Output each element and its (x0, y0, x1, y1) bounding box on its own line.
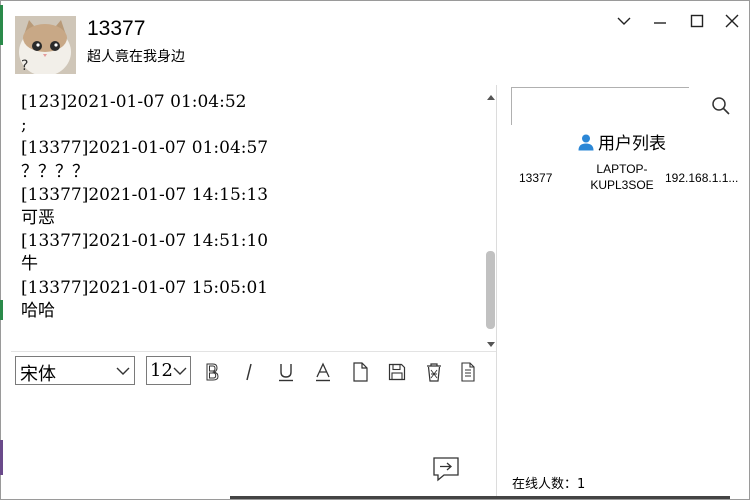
font-family-select[interactable]: 宋体 (15, 356, 135, 385)
background-strip (0, 440, 3, 475)
history-icon (461, 362, 475, 382)
close-icon[interactable] (722, 11, 742, 31)
divider (11, 351, 496, 352)
message-input[interactable] (15, 391, 495, 451)
bold-button[interactable] (201, 361, 223, 383)
save-button[interactable] (386, 361, 408, 383)
user-name: 13377 (519, 171, 553, 185)
bold-icon (206, 363, 219, 381)
font-color-button[interactable] (312, 361, 334, 383)
user-ip: 192.168.1.1... (665, 171, 739, 185)
message-header: [13377]2021-01-07 14:51:10 (21, 231, 269, 252)
font-size-value: 12 (150, 360, 173, 381)
message-header: [13377]2021-01-07 14:15:13 (21, 184, 269, 205)
user-list-title: 用户列表 (598, 134, 666, 154)
background-strip (0, 5, 3, 45)
message-header: [13377]2021-01-07 01:04:57 (21, 138, 269, 159)
message-header: [123]2021-01-07 01:04:52 (21, 92, 247, 112)
font-color-icon (316, 362, 330, 382)
message-body: 可恶 (21, 208, 55, 229)
save-icon (388, 363, 406, 381)
search-icon[interactable] (711, 96, 731, 116)
underline-icon (279, 364, 293, 382)
scroll-down-icon[interactable] (487, 342, 495, 347)
svg-text:?: ? (21, 58, 28, 74)
chevron-down-icon (116, 367, 130, 375)
user-list-header: 用户列表 (577, 129, 666, 154)
minimize-icon[interactable] (650, 11, 670, 31)
clear-icon (427, 363, 441, 382)
chat-window: ? 13377 超人竟在我身边 [123]2021-01-07 01:04:52… (0, 0, 750, 500)
underline-button[interactable] (275, 361, 297, 383)
message-body: ？？？？ (21, 161, 89, 182)
message-body: 牛 (21, 254, 38, 275)
clear-button[interactable] (423, 361, 445, 383)
italic-icon (246, 363, 252, 381)
signature: 超人竟在我身边 (87, 49, 185, 65)
background-strip (0, 300, 3, 320)
send-icon (433, 457, 459, 482)
send-file-button[interactable] (349, 361, 371, 383)
scroll-thumb[interactable] (486, 251, 495, 329)
chevron-down-icon (173, 367, 187, 375)
online-count: 在线人数：1 (512, 477, 586, 492)
italic-button[interactable] (238, 361, 260, 383)
avatar[interactable]: ? (15, 16, 76, 74)
chevron-down-icon[interactable] (614, 11, 634, 31)
font-size-select[interactable]: 12 (146, 356, 191, 385)
maximize-icon[interactable] (687, 11, 707, 31)
user-host: LAPTOP-KUPL3SOE (590, 162, 654, 192)
message-history[interactable]: [123]2021-01-07 01:04:52; [13377]2021-01-… (15, 89, 497, 341)
user-list-item[interactable]: 13377 LAPTOP-KUPL3SOE 192.168.1.1... (501, 159, 741, 195)
username: 13377 (87, 17, 146, 40)
message-body: ; (21, 115, 27, 136)
message-list: [123]2021-01-07 01:04:52; [13377]2021-01-… (21, 91, 481, 339)
user-search-input[interactable] (511, 87, 689, 125)
background-strip (230, 496, 730, 499)
scroll-up-icon[interactable] (487, 95, 495, 100)
user-icon (578, 134, 594, 150)
font-family-value: 宋体 (20, 364, 56, 385)
file-icon (353, 362, 368, 382)
message-body: 哈哈 (21, 300, 55, 321)
send-button[interactable] (432, 456, 460, 482)
message-header: [13377]2021-01-07 15:05:01 (21, 277, 269, 298)
history-button[interactable] (457, 361, 479, 383)
panel-divider (496, 85, 497, 499)
